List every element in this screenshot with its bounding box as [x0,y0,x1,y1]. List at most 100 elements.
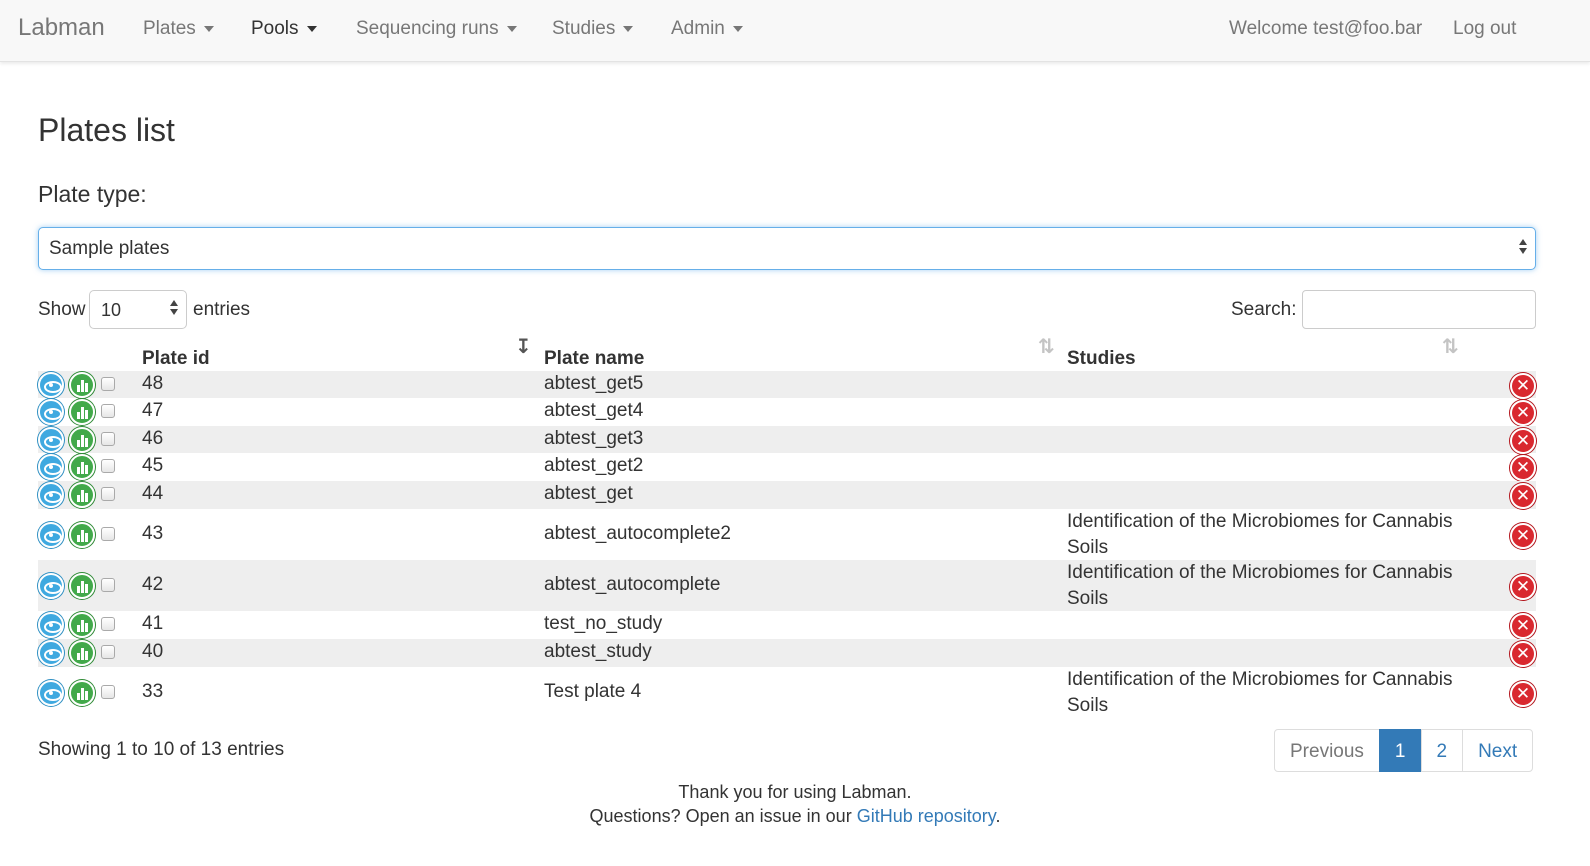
table-row: 45 abtest_get2 ✕ [38,453,1536,481]
chart-icon[interactable] [69,612,95,638]
table-row: 42 abtest_autocomplete Identification of t… [38,560,1536,611]
nav-menu-studies[interactable]: Studies [552,18,634,40]
row-select-checkbox[interactable] [101,431,115,446]
chart-icon[interactable] [69,426,95,453]
cell-plate-id: 48 [142,372,164,394]
cell-plate-name: abtest_autocomplete [544,573,721,595]
table-row: 43 abtest_autocomplete2 Identification of … [38,509,1536,560]
cell-plate-name: Test plate 4 [544,680,642,702]
table-info: Showing 1 to 10 of 13 entries [38,739,285,760]
page-length-select[interactable]: 10 [89,290,187,329]
eye-icon[interactable] [38,426,64,453]
chart-icon[interactable] [69,371,95,398]
delete-icon[interactable]: ✕ [1510,400,1536,426]
row-select-checkbox[interactable] [101,526,115,541]
chart-icon[interactable] [69,454,95,480]
cell-plate-name: abtest_get5 [544,372,644,394]
nav-menu-sequencing-runs[interactable]: Sequencing runs [356,18,517,40]
nav-menu-label: Sequencing runs [356,18,499,39]
sort-both-icon[interactable]: ⇅ [1038,334,1055,359]
cell-plate-name: test_no_study [544,613,663,634]
row-select-checkbox[interactable] [101,487,115,501]
caret-down-icon [506,25,517,32]
chart-icon[interactable] [69,572,95,599]
sort-desc-icon[interactable]: ↧ [515,334,532,359]
eye-icon[interactable] [38,572,64,599]
row-select-checkbox[interactable] [101,577,115,592]
cell-plate-id: 46 [142,427,164,449]
chart-icon[interactable] [69,679,95,706]
cell-studies: Identification of the Microbiomes for Ca… [1067,668,1453,716]
pagination: Previous 1 2 Next [1274,729,1534,772]
row-select-checkbox[interactable] [101,684,115,699]
brand-logo[interactable]: Labman [18,14,105,42]
cell-plate-name: abtest_get4 [544,400,644,421]
page-length-value: 10 [101,300,122,320]
eye-icon[interactable] [38,454,64,480]
row-select-checkbox[interactable] [101,376,115,391]
previous-page-button[interactable]: Previous [1274,729,1380,772]
row-select-checkbox[interactable] [101,617,115,631]
chart-icon[interactable] [69,521,95,548]
github-repository-link[interactable]: GitHub repository [857,806,996,826]
plate-type-select[interactable]: Sample plates [38,227,1536,270]
cell-plate-name: abtest_autocomplete2 [544,522,731,544]
delete-icon[interactable]: ✕ [1510,573,1536,600]
eye-icon[interactable] [38,371,64,398]
delete-icon[interactable]: ✕ [1510,427,1536,454]
welcome-user-link[interactable]: Welcome test@foo.bar [1229,18,1422,40]
delete-icon[interactable]: ✕ [1510,522,1536,549]
nav-menu-label: Admin [671,18,725,39]
footer-questions-text: Questions? Open an issue in our [589,806,852,826]
caret-down-icon [732,25,743,32]
delete-icon[interactable]: ✕ [1510,455,1536,481]
page-1-button[interactable]: 1 [1378,729,1422,772]
chart-icon[interactable] [69,640,95,666]
page-title: Plates list [38,112,175,148]
caret-down-icon [623,25,634,32]
eye-icon[interactable] [38,521,64,548]
search-label: Search: [1231,299,1297,320]
cell-plate-name: abtest_get [544,483,633,504]
nav-menu-admin[interactable]: Admin [671,18,743,40]
table-row: 46 abtest_get3 ✕ [38,426,1536,454]
nav-menu-label: Studies [552,18,616,39]
delete-icon[interactable]: ✕ [1510,613,1536,639]
delete-icon[interactable]: ✕ [1510,483,1536,509]
column-header-plate-id[interactable]: Plate id [142,348,210,370]
table-row: 47 abtest_get4 ✕ [38,398,1536,426]
eye-icon[interactable] [38,612,64,638]
cell-plate-name: abtest_study [544,641,652,662]
cell-plate-id: 42 [142,573,164,595]
delete-icon[interactable]: ✕ [1510,680,1536,707]
nav-menu-pools[interactable]: Pools [251,18,317,40]
footer-questions: Questions? Open an issue in our GitHub r… [0,806,1590,827]
eye-icon[interactable] [38,399,64,425]
page-2-button[interactable]: 2 [1420,729,1464,772]
row-select-checkbox[interactable] [101,459,115,473]
eye-icon[interactable] [38,640,64,666]
logout-link[interactable]: Log out [1453,18,1516,40]
column-header-studies[interactable]: Studies [1067,348,1136,370]
nav-menu-plates[interactable]: Plates [143,18,214,40]
delete-icon[interactable]: ✕ [1510,372,1536,399]
sort-both-icon[interactable]: ⇅ [1442,334,1459,359]
row-select-checkbox[interactable] [101,404,115,418]
cell-studies: Identification of the Microbiomes for Ca… [1067,510,1453,558]
cell-plate-id: 41 [142,613,164,634]
row-select-checkbox[interactable] [101,645,115,659]
eye-icon[interactable] [38,679,64,706]
plate-type-selected-value: Sample plates [49,238,170,259]
eye-icon[interactable] [38,482,64,508]
next-page-button[interactable]: Next [1462,729,1534,772]
navbar: Labman Plates Pools Sequencing runs Stud… [0,0,1590,62]
cell-plate-name: abtest_get3 [544,427,644,449]
caret-down-icon [306,25,317,32]
caret-down-icon [203,25,214,32]
chart-icon[interactable] [69,482,95,508]
column-header-plate-name[interactable]: Plate name [544,348,644,370]
chart-icon[interactable] [69,399,95,425]
delete-icon[interactable]: ✕ [1510,641,1536,667]
search-input[interactable] [1302,290,1536,329]
cell-plate-id: 33 [142,680,164,702]
